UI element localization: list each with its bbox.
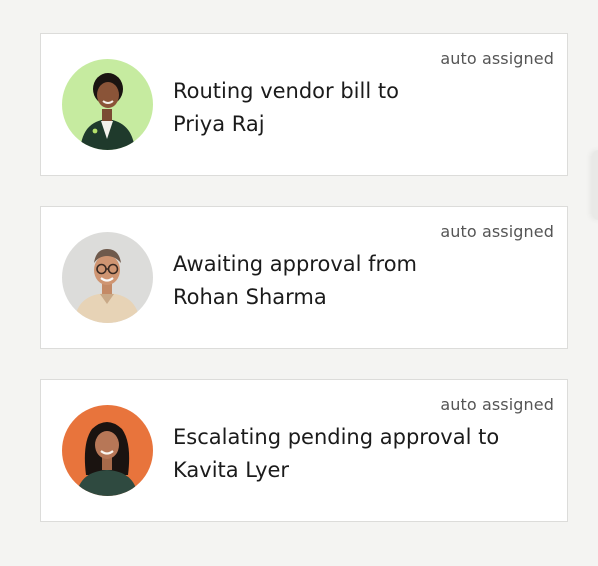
assignee-name: Priya Raj xyxy=(173,112,265,136)
message-text: Awaiting approval from xyxy=(173,252,418,276)
side-panel-edge xyxy=(592,150,598,220)
avatar-kavita-lyer xyxy=(62,405,153,496)
avatar-rohan-sharma xyxy=(62,232,153,323)
assignment-message: Awaiting approval from Rohan Sharma xyxy=(173,248,417,314)
assignment-message: Routing vendor bill to Priya Raj xyxy=(173,75,399,141)
auto-assigned-badge: auto assigned xyxy=(440,49,554,68)
assignee-name: Kavita Lyer xyxy=(173,458,290,482)
assignee-name: Rohan Sharma xyxy=(173,285,327,309)
auto-assigned-badge: auto assigned xyxy=(440,222,554,241)
message-text: Routing vendor bill to xyxy=(173,79,399,103)
assignment-message: Escalating pending approval to Kavita Ly… xyxy=(173,421,499,487)
assignment-card-kavita[interactable]: auto assigned Escalating pending approva… xyxy=(40,379,568,522)
auto-assigned-badge: auto assigned xyxy=(440,395,554,414)
assignment-card-priya[interactable]: auto assigned Routing vendor bill to Pri… xyxy=(40,33,568,176)
message-text: Escalating pending approval to xyxy=(173,425,500,449)
avatar-priya-raj xyxy=(62,59,153,150)
assignment-card-rohan[interactable]: auto assigned Awaiting approval from Roh… xyxy=(40,206,568,349)
